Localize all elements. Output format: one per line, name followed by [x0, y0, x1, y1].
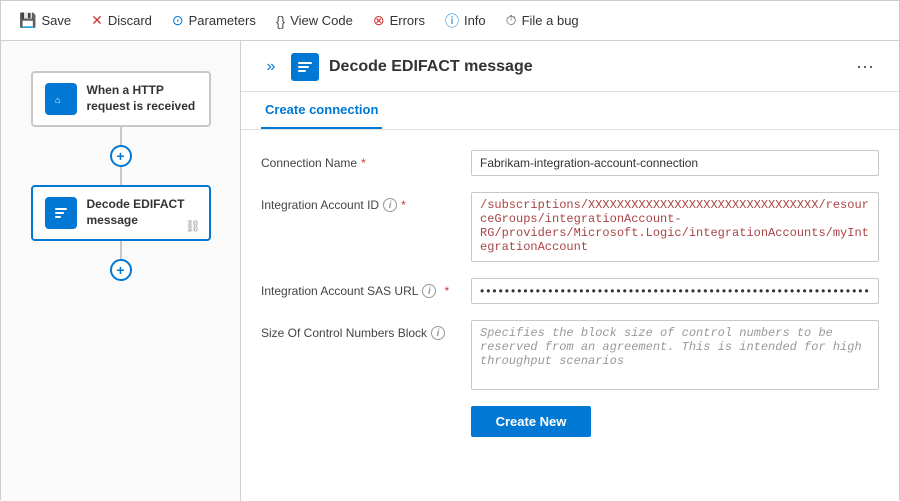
info-label: Info: [464, 13, 486, 28]
svg-text:⌂: ⌂: [55, 95, 60, 105]
add-step-btn-1[interactable]: +: [110, 145, 132, 167]
view-code-label: View Code: [290, 13, 353, 28]
nav-forward-btn[interactable]: »: [261, 57, 281, 77]
create-connection-tab[interactable]: Create connection: [261, 92, 382, 129]
discard-icon: ✕: [91, 12, 103, 29]
decode-edifact-icon: [45, 197, 77, 229]
integration-account-id-input[interactable]: /subscriptions/XXXXXXXXXXXXXXXXXXXXXXXXX…: [471, 192, 879, 262]
http-request-icon: ⌂: [45, 83, 77, 115]
connector-1: +: [106, 127, 136, 185]
detail-header-left: » Decode EDIFACT message: [261, 53, 533, 81]
info-icon-3[interactable]: i: [431, 326, 445, 340]
errors-button[interactable]: ⊗ Errors: [365, 8, 433, 33]
view-code-button[interactable]: {} View Code: [268, 9, 361, 33]
file-a-bug-button[interactable]: ⏱ File a bug: [498, 8, 587, 33]
discard-label: Discard: [108, 13, 152, 28]
detail-title: Decode EDIFACT message: [329, 58, 533, 76]
required-star-1: *: [361, 156, 366, 170]
toolbar: 💾 Save ✕ Discard ⊙ Parameters {} View Co…: [1, 1, 899, 41]
connection-name-row: Connection Name *: [261, 150, 879, 176]
save-icon: 💾: [19, 12, 36, 29]
parameters-button[interactable]: ⊙ Parameters: [164, 8, 264, 33]
bug-icon: ⏱: [506, 12, 517, 29]
connector-line-1: [120, 127, 122, 145]
node-link-icon: ⛓: [185, 219, 200, 233]
sas-url-input[interactable]: [471, 278, 879, 304]
connector-2: +: [106, 241, 136, 281]
decode-edifact-label: Decode EDIFACT message: [87, 197, 197, 228]
sas-url-row: Integration Account SAS URL i *: [261, 278, 879, 304]
errors-label: Errors: [390, 13, 425, 28]
parameters-label: Parameters: [189, 13, 256, 28]
required-star-3: *: [444, 284, 449, 298]
detail-menu-button[interactable]: ⋯: [851, 53, 879, 81]
save-button[interactable]: 💾 Save: [11, 8, 79, 33]
add-step-btn-2[interactable]: +: [110, 259, 132, 281]
control-numbers-label: Size Of Control Numbers Block i: [261, 320, 461, 340]
info-toolbar-icon: ⓘ: [445, 11, 459, 31]
control-numbers-input[interactable]: Specifies the block size of control numb…: [471, 320, 879, 390]
create-new-button[interactable]: Create New: [471, 406, 591, 437]
detail-panel: » Decode EDIFACT message ⋯ Create connec…: [241, 41, 899, 501]
sas-url-label: Integration Account SAS URL i *: [261, 278, 461, 298]
info-button[interactable]: ⓘ Info: [437, 7, 494, 35]
view-code-icon: {}: [276, 13, 285, 29]
parameters-icon: ⊙: [172, 12, 184, 29]
detail-header: » Decode EDIFACT message ⋯: [241, 41, 899, 92]
decode-edifact-node[interactable]: Decode EDIFACT message ⛓: [31, 185, 211, 241]
discard-button[interactable]: ✕ Discard: [83, 8, 160, 33]
errors-icon: ⊗: [373, 12, 385, 29]
integration-account-id-row: Integration Account ID i * /subscription…: [261, 192, 879, 262]
detail-tabs: Create connection: [241, 92, 899, 130]
connector-line-1b: [120, 167, 122, 185]
form-area: Connection Name * Integration Account ID…: [241, 130, 899, 457]
detail-title-icon: [291, 53, 319, 81]
http-request-node[interactable]: ⌂ When a HTTP request is received: [31, 71, 211, 127]
info-icon-2[interactable]: i: [422, 284, 436, 298]
nav-arrows: »: [261, 57, 281, 77]
required-star-2: *: [401, 198, 406, 212]
connector-line-2: [120, 241, 122, 259]
create-new-row: Create New: [261, 406, 879, 437]
file-a-bug-label: File a bug: [522, 13, 579, 28]
info-icon-1[interactable]: i: [383, 198, 397, 212]
http-request-label: When a HTTP request is received: [87, 83, 197, 114]
integration-account-id-label: Integration Account ID i *: [261, 192, 461, 212]
connection-name-label: Connection Name *: [261, 150, 461, 170]
save-label: Save: [41, 13, 71, 28]
canvas-panel: ⌂ When a HTTP request is received + Deco…: [1, 41, 241, 501]
main-area: ⌂ When a HTTP request is received + Deco…: [1, 41, 899, 501]
connection-name-input[interactable]: [471, 150, 879, 176]
control-numbers-row: Size Of Control Numbers Block i Specifie…: [261, 320, 879, 390]
